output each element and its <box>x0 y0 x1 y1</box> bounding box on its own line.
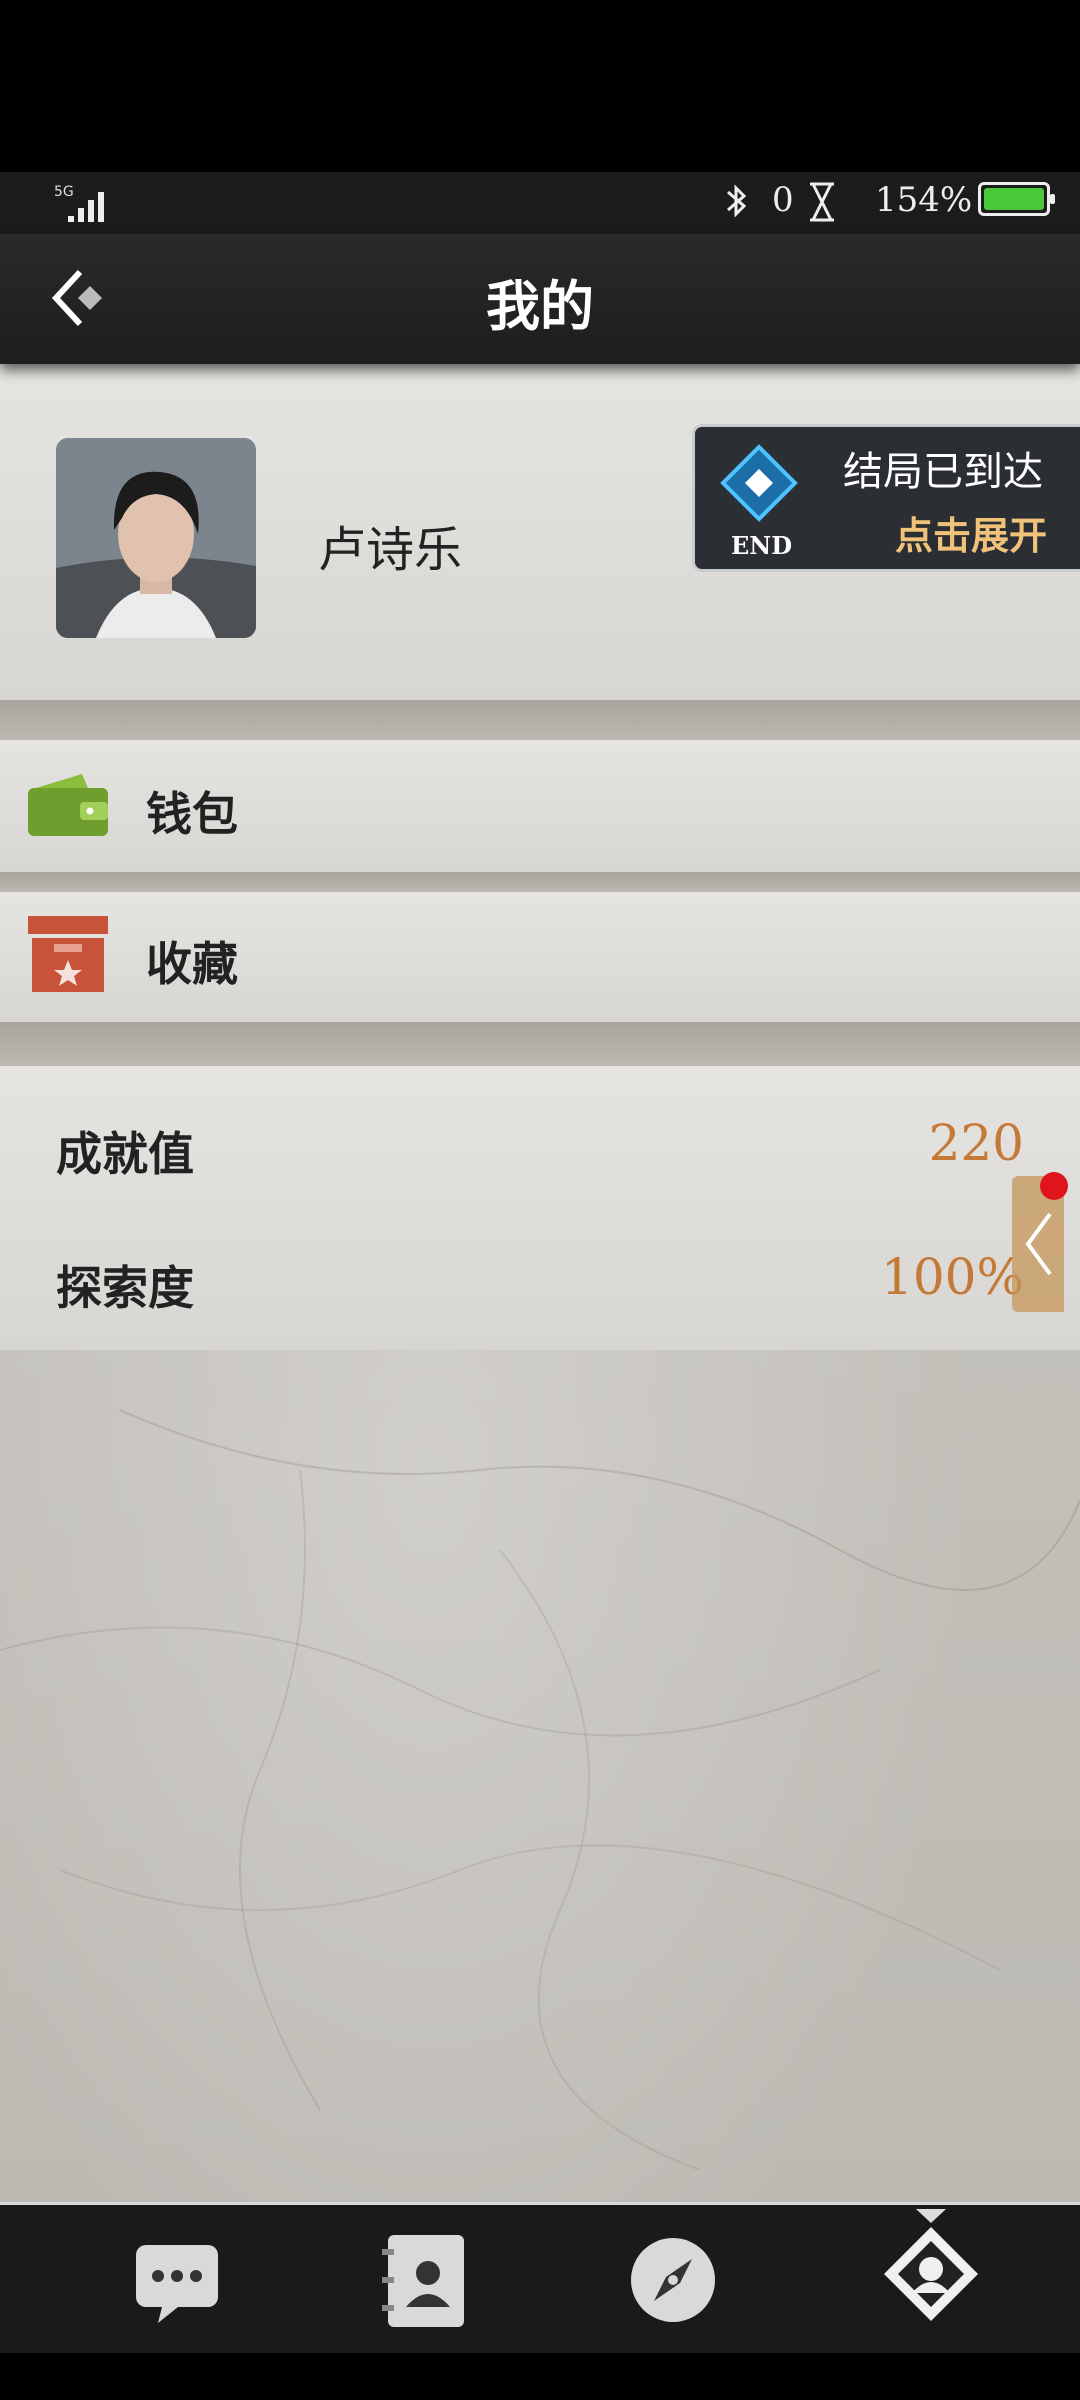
divider <box>0 700 1080 740</box>
exploration-value: 100% <box>881 1248 1024 1306</box>
stats-panel: 成就值 220 探索度 100% <box>0 1066 1080 1350</box>
page-title: 我的 <box>486 274 594 338</box>
hourglass-icon <box>804 180 840 228</box>
bluetooth-icon <box>718 182 754 226</box>
ending-reached-badge[interactable]: END 结局已到达 点击展开 <box>692 424 1080 572</box>
achievement-value: 220 <box>928 1114 1024 1172</box>
bottom-nav <box>0 2202 1080 2353</box>
background-texture <box>0 1409 1080 2171</box>
contacts-icon[interactable] <box>370 2225 480 2335</box>
user-name: 卢诗乐 <box>318 522 463 578</box>
favorites-box-icon <box>28 916 110 998</box>
bluetooth-count: 0 <box>772 180 794 220</box>
wallet-label: 钱包 <box>146 787 238 841</box>
favorites-row[interactable]: 收藏 <box>0 892 1080 1022</box>
notification-dot <box>1040 1172 1068 1200</box>
avatar[interactable] <box>56 438 256 638</box>
status-bar: 5G 0 154% <box>0 172 1080 234</box>
achievement-label: 成就值 <box>56 1127 194 1181</box>
profile-icon[interactable] <box>866 2209 996 2339</box>
favorites-label: 收藏 <box>146 937 238 991</box>
chat-icon[interactable] <box>122 2225 232 2335</box>
end-diamond-icon <box>719 443 799 523</box>
exploration-label: 探索度 <box>56 1261 194 1315</box>
wallet-row[interactable]: 钱包 <box>0 740 1080 872</box>
top-bar: 我的 <box>0 234 1080 364</box>
end-label: END <box>731 531 793 560</box>
ending-reached-text: 结局已到达 <box>843 449 1043 495</box>
divider <box>0 872 1080 892</box>
content-area: 卢诗乐 END 结局已到达 点击展开 钱包 收藏 成就值 220 探索度 100… <box>0 364 1080 2202</box>
tap-to-expand-text: 点击展开 <box>895 513 1048 558</box>
battery-percent: 154% <box>875 180 973 220</box>
divider <box>0 1022 1080 1066</box>
wallet-icon <box>28 774 110 840</box>
battery-icon <box>978 182 1055 216</box>
compass-icon[interactable] <box>618 2225 728 2335</box>
